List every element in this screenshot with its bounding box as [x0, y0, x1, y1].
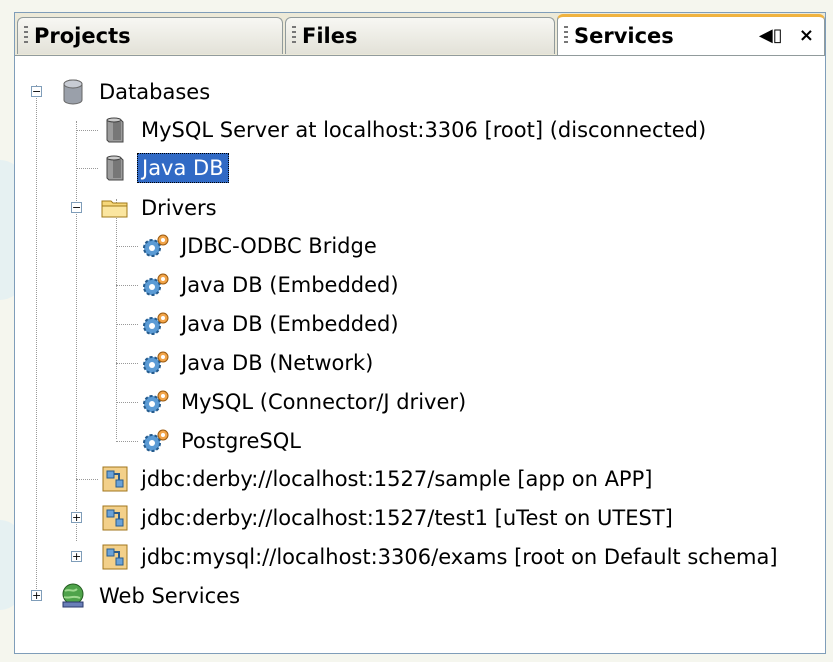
- tab-label: Files: [302, 24, 358, 48]
- tree-node-driver[interactable]: Java DB (Network): [141, 346, 377, 380]
- grip-icon: [292, 26, 296, 46]
- db-connection-icon: [101, 465, 129, 493]
- tree-node-driver[interactable]: PostgreSQL: [141, 424, 305, 458]
- collapse-drivers-toggle[interactable]: −: [71, 202, 82, 213]
- driver-gear-icon: [141, 271, 169, 299]
- tree-node-label-selected: Java DB: [137, 153, 229, 183]
- expand-connection-toggle[interactable]: +: [71, 512, 82, 523]
- expand-connection-toggle[interactable]: +: [71, 551, 82, 562]
- expand-web-services-toggle[interactable]: +: [31, 590, 42, 601]
- tree-node-driver[interactable]: MySQL (Connector/J driver): [141, 385, 470, 419]
- collapse-databases-toggle[interactable]: −: [31, 86, 42, 97]
- tree-node-java-db[interactable]: Java DB: [101, 151, 229, 185]
- db-connection-icon: [101, 504, 129, 532]
- tree-node-driver[interactable]: Java DB (Embedded): [141, 307, 403, 341]
- tree-line: [116, 441, 138, 442]
- tree-line: [76, 130, 98, 131]
- driver-gear-icon: [141, 232, 169, 260]
- tree-node-mysql-server[interactable]: MySQL Server at localhost:3306 [root] (d…: [101, 113, 710, 147]
- tree-node-label: jdbc:derby://localhost:1527/test1 [uTest…: [141, 506, 673, 530]
- close-icon[interactable]: ×: [799, 25, 814, 46]
- tree-line: [36, 85, 37, 595]
- tree-node-label: Drivers: [141, 196, 217, 220]
- tree-node-databases[interactable]: Databases: [59, 75, 214, 109]
- tree-node-label: Java DB (Embedded): [181, 273, 399, 297]
- driver-gear-icon: [141, 427, 169, 455]
- db-connection-icon: [101, 543, 129, 571]
- tree-line: [76, 479, 98, 480]
- tree-node-connection[interactable]: jdbc:derby://localhost:1527/test1 [uTest…: [101, 501, 677, 535]
- tree-node-label: MySQL (Connector/J driver): [181, 390, 467, 414]
- tree-node-label: MySQL Server at localhost:3306 [root] (d…: [141, 118, 707, 142]
- web-services-globe-icon: [59, 582, 87, 610]
- tree-node-drivers[interactable]: Drivers: [101, 191, 221, 225]
- tree-node-label: jdbc:mysql://localhost:3306/exams [root …: [141, 545, 778, 569]
- database-server-icon: [101, 154, 129, 182]
- tab-files[interactable]: Files: [285, 17, 555, 54]
- tree-line: [116, 246, 138, 247]
- tree-node-connection[interactable]: jdbc:derby://localhost:1527/sample [app …: [101, 462, 656, 496]
- driver-gear-icon: [141, 388, 169, 416]
- tree-node-driver[interactable]: Java DB (Embedded): [141, 268, 403, 302]
- tree-line: [76, 168, 98, 169]
- tree-line: [116, 363, 138, 364]
- tree-line: [116, 285, 138, 286]
- tree-line: [116, 402, 138, 403]
- tree-line: [116, 199, 117, 439]
- tree-node-label: Web Services: [99, 584, 241, 608]
- grip-icon: [24, 26, 28, 46]
- services-window: Projects Files Services ◀▯ × − − + + + D…: [14, 12, 826, 654]
- tab-label: Projects: [34, 24, 131, 48]
- tree-node-connection[interactable]: jdbc:mysql://localhost:3306/exams [root …: [101, 540, 782, 574]
- driver-gear-icon: [141, 310, 169, 338]
- tree-node-label: PostgreSQL: [181, 429, 301, 453]
- services-tree: − − + + + Databases MySQL Server at loca…: [15, 57, 825, 653]
- database-server-icon: [101, 116, 129, 144]
- minimize-window-icon[interactable]: ◀▯: [759, 25, 783, 46]
- tab-projects[interactable]: Projects: [17, 17, 283, 54]
- tree-node-label: Java DB (Network): [181, 351, 374, 375]
- folder-open-icon: [101, 194, 129, 222]
- tab-services[interactable]: Services ◀▯ ×: [557, 14, 825, 55]
- tree-node-label: Java DB (Embedded): [181, 312, 399, 336]
- tree-node-label: Databases: [99, 80, 211, 104]
- tree-node-web-services[interactable]: Web Services: [59, 579, 244, 613]
- tab-bar: Projects Files Services ◀▯ ×: [15, 13, 825, 56]
- driver-gear-icon: [141, 349, 169, 377]
- grip-icon: [564, 26, 568, 46]
- tree-line: [76, 121, 77, 541]
- tree-node-label: JDBC-ODBC Bridge: [181, 234, 377, 258]
- tree-line: [116, 324, 138, 325]
- tree-node-label: jdbc:derby://localhost:1527/sample [app …: [141, 467, 653, 491]
- tree-node-driver[interactable]: JDBC-ODBC Bridge: [141, 229, 381, 263]
- tab-label: Services: [574, 24, 674, 48]
- database-icon: [59, 78, 87, 106]
